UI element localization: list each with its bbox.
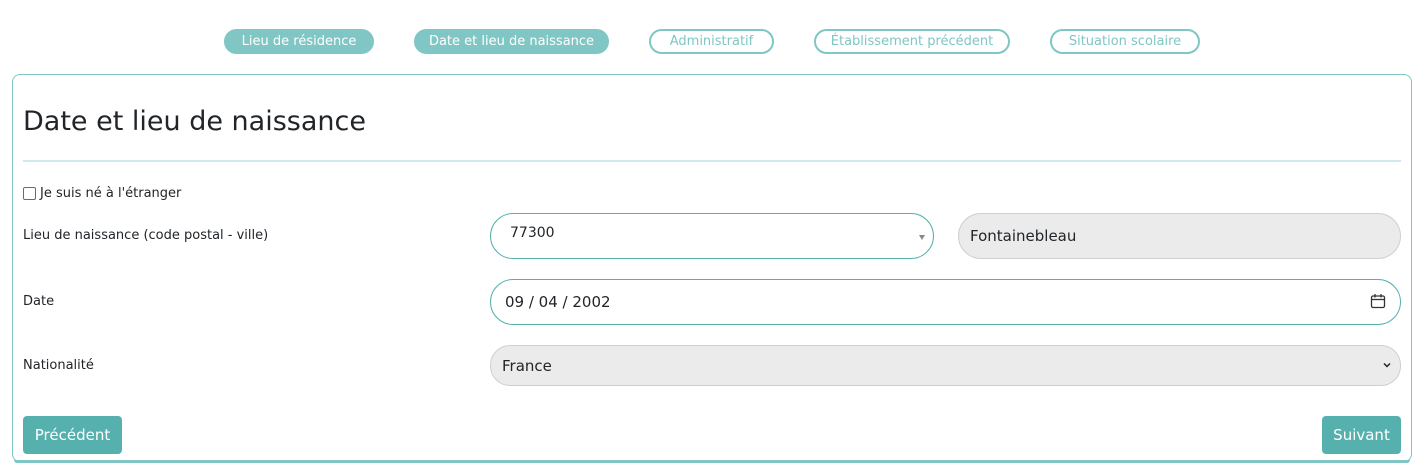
calendar-icon[interactable] [1370,293,1386,309]
city-field[interactable]: Fontainebleau [958,213,1401,259]
card-bottom-border [14,460,1410,463]
foreign-born-checkbox[interactable] [23,186,36,200]
step-etablissement-precedent[interactable]: Établissement précédent [814,29,1010,54]
step-administratif[interactable]: Administratif [649,29,774,54]
next-button[interactable]: Suivant [1322,416,1401,454]
foreign-born-row: Je suis né à l'étranger [23,185,181,201]
caret-down-icon [919,235,925,240]
nationality-value: France [502,356,552,375]
date-input[interactable]: 09 / 04 / 2002 [490,279,1401,325]
chevron-down-icon [1383,362,1391,368]
previous-button[interactable]: Précédent [23,416,122,454]
date-label: Date [23,294,55,309]
postal-code-select[interactable]: 77300 [490,213,934,259]
birthplace-label: Lieu de naissance (code postal - ville) [23,228,269,243]
step-situation-scolaire[interactable]: Situation scolaire [1050,29,1200,54]
nationality-select[interactable]: France [490,345,1401,386]
postal-code-value: 77300 [510,225,555,241]
nationality-label: Nationalité [23,358,94,373]
foreign-born-label[interactable]: Je suis né à l'étranger [40,186,181,201]
step-date-et-lieu-de-naissance[interactable]: Date et lieu de naissance [414,29,609,54]
step-lieu-de-residence[interactable]: Lieu de résidence [224,29,374,54]
form-title: Date et lieu de naissance [23,106,366,137]
date-value: 09 / 04 / 2002 [505,293,611,311]
title-divider [23,160,1401,162]
step-navigation: Lieu de résidence Date et lieu de naissa… [0,29,1425,54]
city-value: Fontainebleau [970,227,1077,245]
